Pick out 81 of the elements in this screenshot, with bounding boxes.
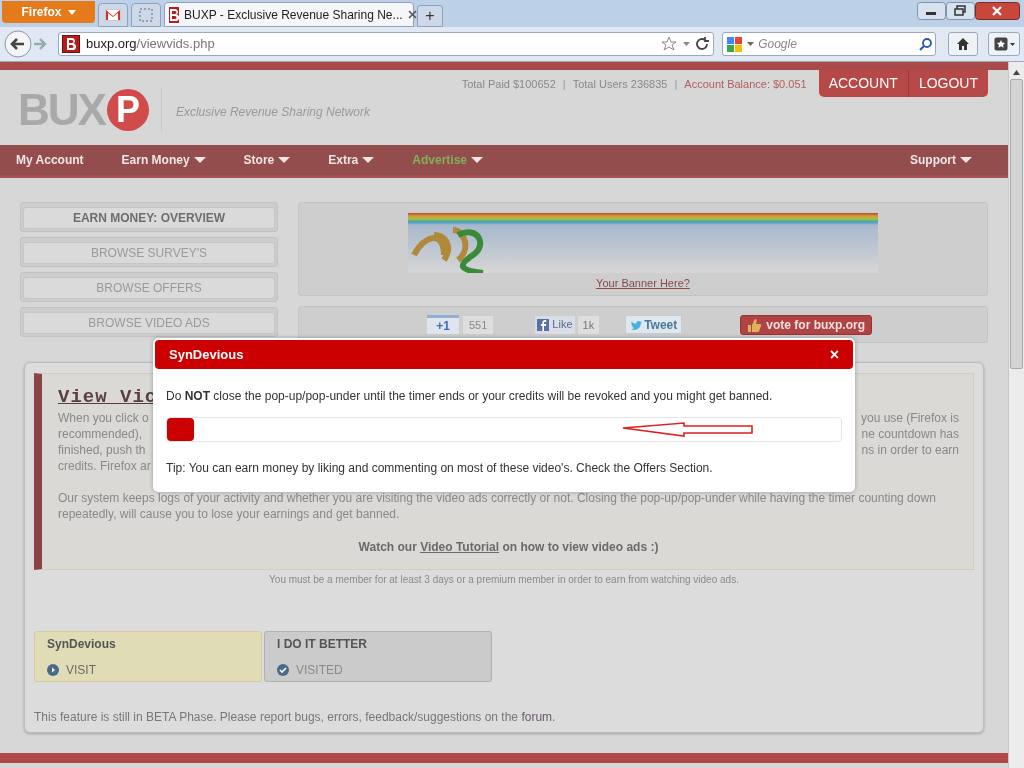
text-fragment: credits. Firefox ar	[58, 458, 151, 474]
browser-tab[interactable]: BUXP - Exclusive Revenue Sharing Ne...	[164, 2, 414, 27]
header-button[interactable]: LOGOUT	[907, 70, 988, 97]
stat-text: Total Paid $100652	[461, 77, 556, 92]
vote-button[interactable]: vote for buxp.org	[740, 314, 872, 335]
search-input[interactable]: Google	[758, 35, 916, 53]
search-icon[interactable]	[919, 37, 933, 51]
like-button[interactable]: Like	[535, 315, 575, 334]
thumbs-up-icon	[747, 317, 763, 332]
section-heading: View Vic	[58, 385, 158, 410]
tagline: Exclusive Revenue Sharing Network	[175, 103, 370, 121]
blank-page-icon	[139, 8, 153, 22]
mail-tab[interactable]	[98, 3, 128, 27]
tutorial-sentence: Watch our Video Tutorial on how to view video ads :)	[357, 539, 660, 556]
home-button[interactable]	[948, 32, 979, 56]
bird-icon	[630, 319, 643, 330]
text-fragment: ne countdown has	[861, 426, 959, 442]
new-tab-button[interactable]: +	[417, 5, 443, 27]
sidebar-item[interactable]: EARN MONEY: OVERVIEW	[23, 207, 275, 229]
address-bar[interactable]: buxp.org/viewvids.php	[58, 32, 715, 56]
text-fragment: When you click o	[58, 410, 149, 426]
beta-notice: This feature is still in BETA Phase. Please report bugs, errors, feedback/suggestions on the forum.	[34, 709, 557, 726]
scrollbar-thumb[interactable]	[1010, 79, 1023, 369]
plus-one-button[interactable]: +1	[427, 315, 459, 334]
bookmarks-button[interactable]	[988, 32, 1020, 56]
nav-item[interactable]: Store	[243, 151, 291, 169]
like-count: 1k	[577, 315, 600, 334]
reload-icon[interactable]	[696, 37, 711, 51]
dialog-title: SynDevious	[169, 345, 245, 364]
ad-status: VISITED	[296, 662, 343, 679]
search-field[interactable]: Google	[722, 32, 937, 56]
ad-status: VISIT	[66, 662, 96, 679]
close-button[interactable]: ×	[829, 346, 839, 363]
text-fragment: finished, push th	[58, 442, 146, 458]
share-count: 551	[463, 315, 494, 334]
nav-item[interactable]: Support	[910, 151, 972, 169]
close-tab-icon[interactable]	[407, 10, 417, 19]
caret-icon[interactable]	[747, 42, 755, 46]
text-fragment: you use (Firefox is	[860, 410, 959, 426]
back-icon[interactable]	[4, 30, 32, 58]
separator: |	[674, 77, 678, 92]
favicon-icon	[169, 6, 179, 23]
ad-name: I DO IT BETTER	[277, 636, 368, 653]
play-icon	[47, 664, 59, 676]
warning-message: Do NOT close the pop-up/pop-under until the timer ends or your credits will be revoked and you might get banned.	[166, 388, 774, 405]
member-note: You must be a member for at least 3 days or a premium member in order to earn from watching video ads.	[268, 573, 740, 587]
scroll-up-icon[interactable]	[1013, 70, 1020, 75]
stat-text: Account Balance: $0.051	[684, 77, 807, 92]
ad-name: SynDevious	[47, 636, 117, 653]
bookmark-star-icon	[993, 37, 1008, 51]
video-ad-card[interactable]: I DO IT BETTER VISITED	[264, 631, 492, 682]
close-icon[interactable]	[975, 2, 1020, 20]
banner-link[interactable]: Your Banner Here?	[596, 275, 690, 292]
search-engine-icon	[726, 35, 744, 53]
nav-item[interactable]: My Account	[16, 151, 84, 169]
minimize-icon[interactable]	[917, 2, 946, 20]
url-text: buxp.org/viewvids.php	[86, 35, 216, 54]
stat-text: Total Users 236835	[572, 77, 668, 92]
firefox-menu-button[interactable]: Firefox	[2, 1, 95, 23]
mail-icon	[105, 9, 121, 21]
text-fragment: recommended),	[58, 426, 143, 442]
facebook-icon	[537, 318, 550, 331]
header-button[interactable]: ACCOUNT	[818, 70, 908, 97]
scrollbar[interactable]	[1008, 62, 1024, 768]
tweet-button[interactable]: Tweet	[625, 315, 683, 334]
caret-icon[interactable]	[683, 42, 691, 46]
nav-item[interactable]: Earn Money	[121, 151, 206, 169]
home-icon	[956, 37, 971, 51]
check-icon	[277, 664, 289, 676]
caret-icon	[67, 9, 76, 15]
info-paragraph: Our system keeps logs of your activity and whether you are visiting the video ads correctly or not. Closing the pop-up/pop-under while having the timer counting down repeatedly, will cause you to lose your earnings and get banned.	[58, 490, 937, 522]
site-icon	[62, 35, 80, 53]
separator: |	[562, 77, 566, 92]
star-icon[interactable]	[661, 36, 678, 52]
nav-item[interactable]: Extra	[328, 151, 375, 169]
text-fragment: ns in order to earn	[861, 442, 959, 458]
restore-icon[interactable]	[946, 2, 975, 20]
video-ad-card[interactable]: SynDevious VISIT	[34, 631, 262, 682]
tutorial-link[interactable]: Video Tutorial	[420, 540, 500, 554]
tip-text: Tip: You can earn money by liking and commenting on most of these video's. Check the Offers Section.	[166, 460, 714, 477]
caret-icon	[1009, 42, 1015, 46]
